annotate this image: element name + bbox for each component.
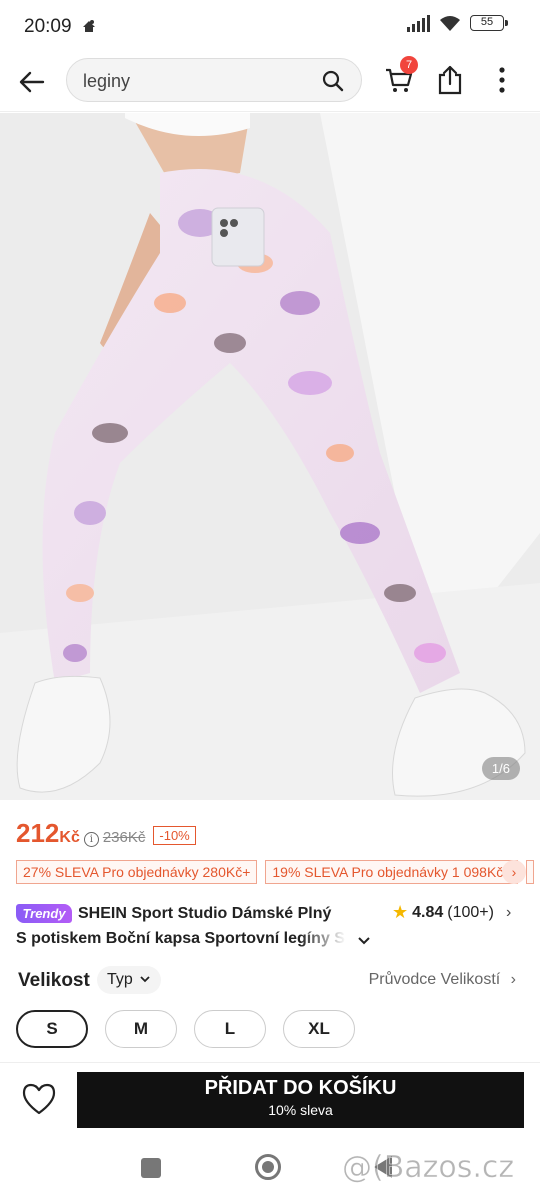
- image-counter: 1/6: [481, 757, 520, 780]
- share-icon[interactable]: [436, 64, 464, 96]
- top-app-bar: leginy 7: [0, 52, 540, 112]
- chevron-down-icon: [140, 976, 150, 983]
- search-bar[interactable]: leginy: [66, 58, 362, 102]
- current-price: 212: [16, 818, 60, 848]
- system-nav-bar: @(Bazos.cz: [0, 1138, 540, 1200]
- bottom-action-bar: PŘIDAT DO KOŠÍKU 10% sleva: [0, 1062, 540, 1138]
- size-options: S M L XL: [16, 1010, 355, 1048]
- add-to-cart-label: PŘIDAT DO KOŠÍKU: [204, 1077, 397, 1099]
- chevron-right-icon[interactable]: ›: [502, 860, 526, 884]
- signal-icon: [407, 14, 430, 32]
- size-option-xl[interactable]: XL: [283, 1010, 355, 1048]
- home-icon[interactable]: [255, 1154, 281, 1180]
- size-option-s[interactable]: S: [16, 1010, 88, 1048]
- chevron-right-icon: ›: [510, 971, 516, 988]
- search-icon[interactable]: [321, 69, 345, 93]
- product-image[interactable]: [0, 113, 540, 800]
- coupon-chip-partial[interactable]: [526, 860, 535, 884]
- wifi-icon: [440, 16, 460, 31]
- chevron-right-icon: ›: [505, 903, 512, 921]
- heart-icon[interactable]: [20, 1081, 58, 1117]
- status-bar: 20:09 55: [0, 0, 540, 52]
- rating[interactable]: ★ 4.84 (100+) ›: [392, 902, 511, 923]
- size-guide-label: Průvodce Velikostí: [368, 971, 501, 988]
- price-row: 212 Kč i 236Kč -10%: [16, 818, 196, 849]
- search-input[interactable]: leginy: [83, 71, 130, 92]
- recents-icon[interactable]: [141, 1158, 161, 1178]
- more-icon[interactable]: [492, 64, 512, 96]
- size-type-dropdown[interactable]: Typ: [97, 966, 162, 994]
- watermark: @(Bazos.cz: [342, 1150, 515, 1186]
- product-title-line1: SHEIN Sport Studio Dámské Plný: [78, 905, 332, 922]
- size-guide-link[interactable]: Průvodce Velikostí ›: [369, 971, 516, 989]
- cart-badge: 7: [400, 56, 418, 74]
- review-count: (100+): [447, 903, 494, 921]
- discount-badge: -10%: [153, 826, 196, 845]
- star-icon: ★: [392, 902, 409, 922]
- add-to-cart-sublabel: 10% sleva: [268, 1102, 333, 1118]
- size-option-l[interactable]: L: [194, 1010, 266, 1048]
- price-currency: Kč: [59, 829, 80, 846]
- battery-icon: 55: [470, 15, 508, 31]
- size-label: Velikost: [18, 970, 90, 991]
- status-time: 20:09: [24, 16, 72, 37]
- trendy-badge: Trendy: [16, 904, 72, 923]
- original-price: 236Kč: [102, 829, 146, 846]
- battery-level: 55: [480, 16, 494, 28]
- coupon-chip[interactable]: 19% SLEVA Pro objednávky 1 098Kč+: [265, 860, 519, 884]
- info-icon[interactable]: i: [83, 832, 99, 847]
- title-fade: [300, 928, 346, 950]
- product-title-line2: S potiskem Boční kapsa Sportovní legíny …: [16, 930, 345, 947]
- size-type-label: Typ: [107, 971, 133, 988]
- add-to-cart-button[interactable]: PŘIDAT DO KOŠÍKU 10% sleva: [77, 1072, 524, 1128]
- coupon-list: 27% SLEVA Pro objednávky 280Kč+ 19% SLEV…: [16, 860, 535, 884]
- product-image-gallery[interactable]: 1/6: [0, 113, 540, 800]
- coupon-chip[interactable]: 27% SLEVA Pro objednávky 280Kč+: [16, 860, 258, 884]
- notification-icon: [83, 20, 95, 32]
- rating-value: 4.84: [412, 903, 444, 921]
- back-arrow-icon[interactable]: [16, 66, 48, 98]
- size-option-m[interactable]: M: [105, 1010, 177, 1048]
- chevron-down-icon[interactable]: [356, 932, 372, 948]
